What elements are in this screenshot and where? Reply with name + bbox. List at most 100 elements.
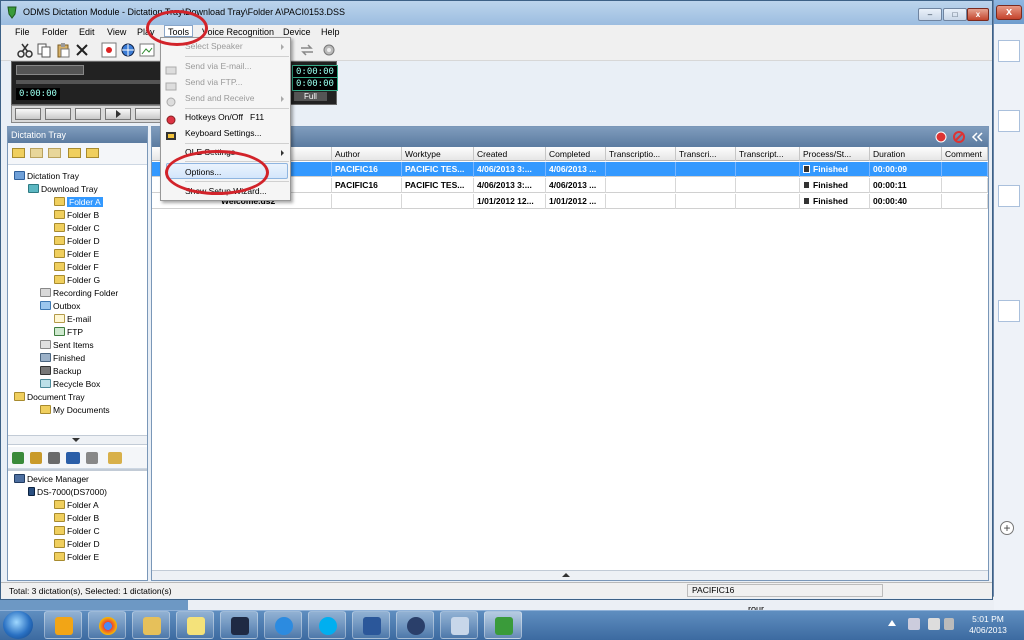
- taskbar-app-skype[interactable]: [308, 611, 346, 639]
- minimize-button[interactable]: –: [918, 8, 942, 21]
- menu-item-send-receive[interactable]: Send and Receive: [185, 91, 254, 105]
- cut-icon[interactable]: [17, 42, 33, 58]
- tree-node[interactable]: Recycle Box: [40, 378, 100, 390]
- tree-node[interactable]: Folder C: [54, 525, 100, 537]
- collapse-double-chevron-icon[interactable]: [970, 131, 984, 143]
- rewind-to-start-button[interactable]: [45, 108, 71, 120]
- settings-globe-icon[interactable]: [120, 42, 136, 58]
- device-folder-icon[interactable]: [108, 452, 122, 464]
- tree-node[interactable]: Dictation Tray: [14, 170, 79, 182]
- image-icon[interactable]: [139, 42, 155, 58]
- panel-splitter[interactable]: [8, 435, 147, 445]
- tree-node[interactable]: FTP: [54, 326, 83, 338]
- tree-node[interactable]: Folder D: [54, 235, 100, 247]
- taskbar-app-paint[interactable]: [440, 611, 478, 639]
- tree-node[interactable]: Folder F: [54, 261, 99, 273]
- background-item[interactable]: [998, 300, 1020, 322]
- rewind-button[interactable]: [75, 108, 101, 120]
- tree-node[interactable]: Folder C: [54, 222, 100, 234]
- taskbar-app-chrome[interactable]: [88, 611, 126, 639]
- folder-icon[interactable]: [68, 148, 81, 158]
- network-icon[interactable]: [908, 618, 920, 630]
- paste-icon[interactable]: [55, 42, 71, 58]
- delete-icon[interactable]: [74, 42, 90, 58]
- column-header-author[interactable]: Author: [332, 147, 402, 161]
- bottom-splitter[interactable]: [152, 570, 988, 580]
- column-header-transcript[interactable]: Transcript...: [736, 147, 800, 161]
- fast-forward-button[interactable]: [135, 108, 161, 120]
- folder-icon[interactable]: [30, 148, 43, 158]
- tree-node[interactable]: Document Tray: [14, 391, 85, 403]
- menu-edit[interactable]: Edit: [79, 26, 95, 38]
- tree-node[interactable]: Finished: [40, 352, 85, 364]
- tree-node[interactable]: DS-7000(DS7000): [28, 486, 107, 498]
- device-icon[interactable]: [48, 452, 60, 464]
- menu-item-hotkeys[interactable]: Hotkeys On/Off F11: [185, 110, 264, 124]
- taskbar-app-outlook[interactable]: [44, 611, 82, 639]
- maximize-button[interactable]: □: [943, 8, 967, 21]
- tree-node[interactable]: Folder B: [54, 209, 99, 221]
- menu-item-send-email[interactable]: Send via E-mail...: [185, 59, 252, 73]
- column-header-completed[interactable]: Completed: [546, 147, 606, 161]
- column-header-comment[interactable]: Comment: [942, 147, 988, 161]
- background-item[interactable]: [998, 185, 1020, 207]
- close-button[interactable]: x: [967, 8, 989, 21]
- upload-icon[interactable]: [30, 452, 42, 464]
- folder-icon[interactable]: [48, 148, 61, 158]
- copy-icon[interactable]: [36, 42, 52, 58]
- power-icon[interactable]: [944, 618, 954, 630]
- play-button[interactable]: [105, 108, 131, 120]
- taskbar-app-lock[interactable]: [396, 611, 434, 639]
- tree-node[interactable]: Folder G: [54, 274, 100, 286]
- taskbar-app-odms[interactable]: [484, 611, 522, 639]
- menu-item-send-ftp[interactable]: Send via FTP...: [185, 75, 242, 89]
- volume-icon[interactable]: [928, 618, 940, 630]
- column-header-transcription[interactable]: Transcriptio...: [606, 147, 676, 161]
- device-settings-icon[interactable]: [86, 452, 98, 464]
- tree-node[interactable]: Folder E: [54, 551, 99, 563]
- menu-help[interactable]: Help: [321, 26, 340, 38]
- system-clock[interactable]: 5:01 PM 4/06/2013: [958, 614, 1018, 636]
- menu-file[interactable]: File: [15, 26, 30, 38]
- record-icon[interactable]: [101, 42, 117, 58]
- menu-folder[interactable]: Folder: [42, 26, 68, 38]
- tree-node[interactable]: Folder D: [54, 538, 100, 550]
- tree-node[interactable]: Device Manager: [14, 473, 89, 485]
- column-header-transcriber[interactable]: Transcri...: [676, 147, 736, 161]
- tree-node-selected[interactable]: Folder A: [54, 196, 103, 208]
- show-hidden-icons-icon[interactable]: [888, 620, 896, 626]
- tree-node[interactable]: Folder B: [54, 512, 99, 524]
- player-mode-buttons[interactable]: [16, 65, 84, 75]
- new-folder-icon[interactable]: [12, 148, 25, 158]
- tree-node[interactable]: Folder E: [54, 248, 99, 260]
- tree-node[interactable]: Folder A: [54, 499, 99, 511]
- tree-node[interactable]: E-mail: [54, 313, 91, 325]
- add-icon[interactable]: +: [1000, 521, 1014, 535]
- background-item[interactable]: [998, 110, 1020, 132]
- no-entry-icon[interactable]: [952, 130, 966, 144]
- taskbar-app-word[interactable]: [352, 611, 390, 639]
- column-header-worktype[interactable]: Worktype: [402, 147, 474, 161]
- alert-icon[interactable]: [934, 130, 948, 144]
- column-header-created[interactable]: Created: [474, 147, 546, 161]
- tree-node[interactable]: Download Tray: [28, 183, 98, 195]
- download-icon[interactable]: [12, 452, 24, 464]
- column-header-duration[interactable]: Duration: [870, 147, 942, 161]
- tree-node[interactable]: My Documents: [40, 404, 110, 416]
- gear-icon[interactable]: [321, 42, 337, 58]
- tree-node[interactable]: Sent Items: [40, 339, 94, 351]
- taskbar-app-explorer[interactable]: [132, 611, 170, 639]
- column-header-process-status[interactable]: Process/St...: [800, 147, 870, 161]
- tree-node[interactable]: Outbox: [40, 300, 80, 312]
- folder-properties-icon[interactable]: [86, 148, 99, 158]
- taskbar-app-pen[interactable]: [220, 611, 258, 639]
- menu-item-keyboard-settings[interactable]: Keyboard Settings...: [185, 126, 262, 140]
- start-button[interactable]: [3, 611, 33, 639]
- transfer-icon[interactable]: [299, 42, 315, 58]
- stop-button[interactable]: [15, 108, 41, 120]
- tree-node[interactable]: Backup: [40, 365, 81, 377]
- background-item[interactable]: [998, 40, 1020, 62]
- background-close-button[interactable]: x: [996, 5, 1022, 20]
- menu-view[interactable]: View: [107, 26, 126, 38]
- taskbar-app-ie[interactable]: [264, 611, 302, 639]
